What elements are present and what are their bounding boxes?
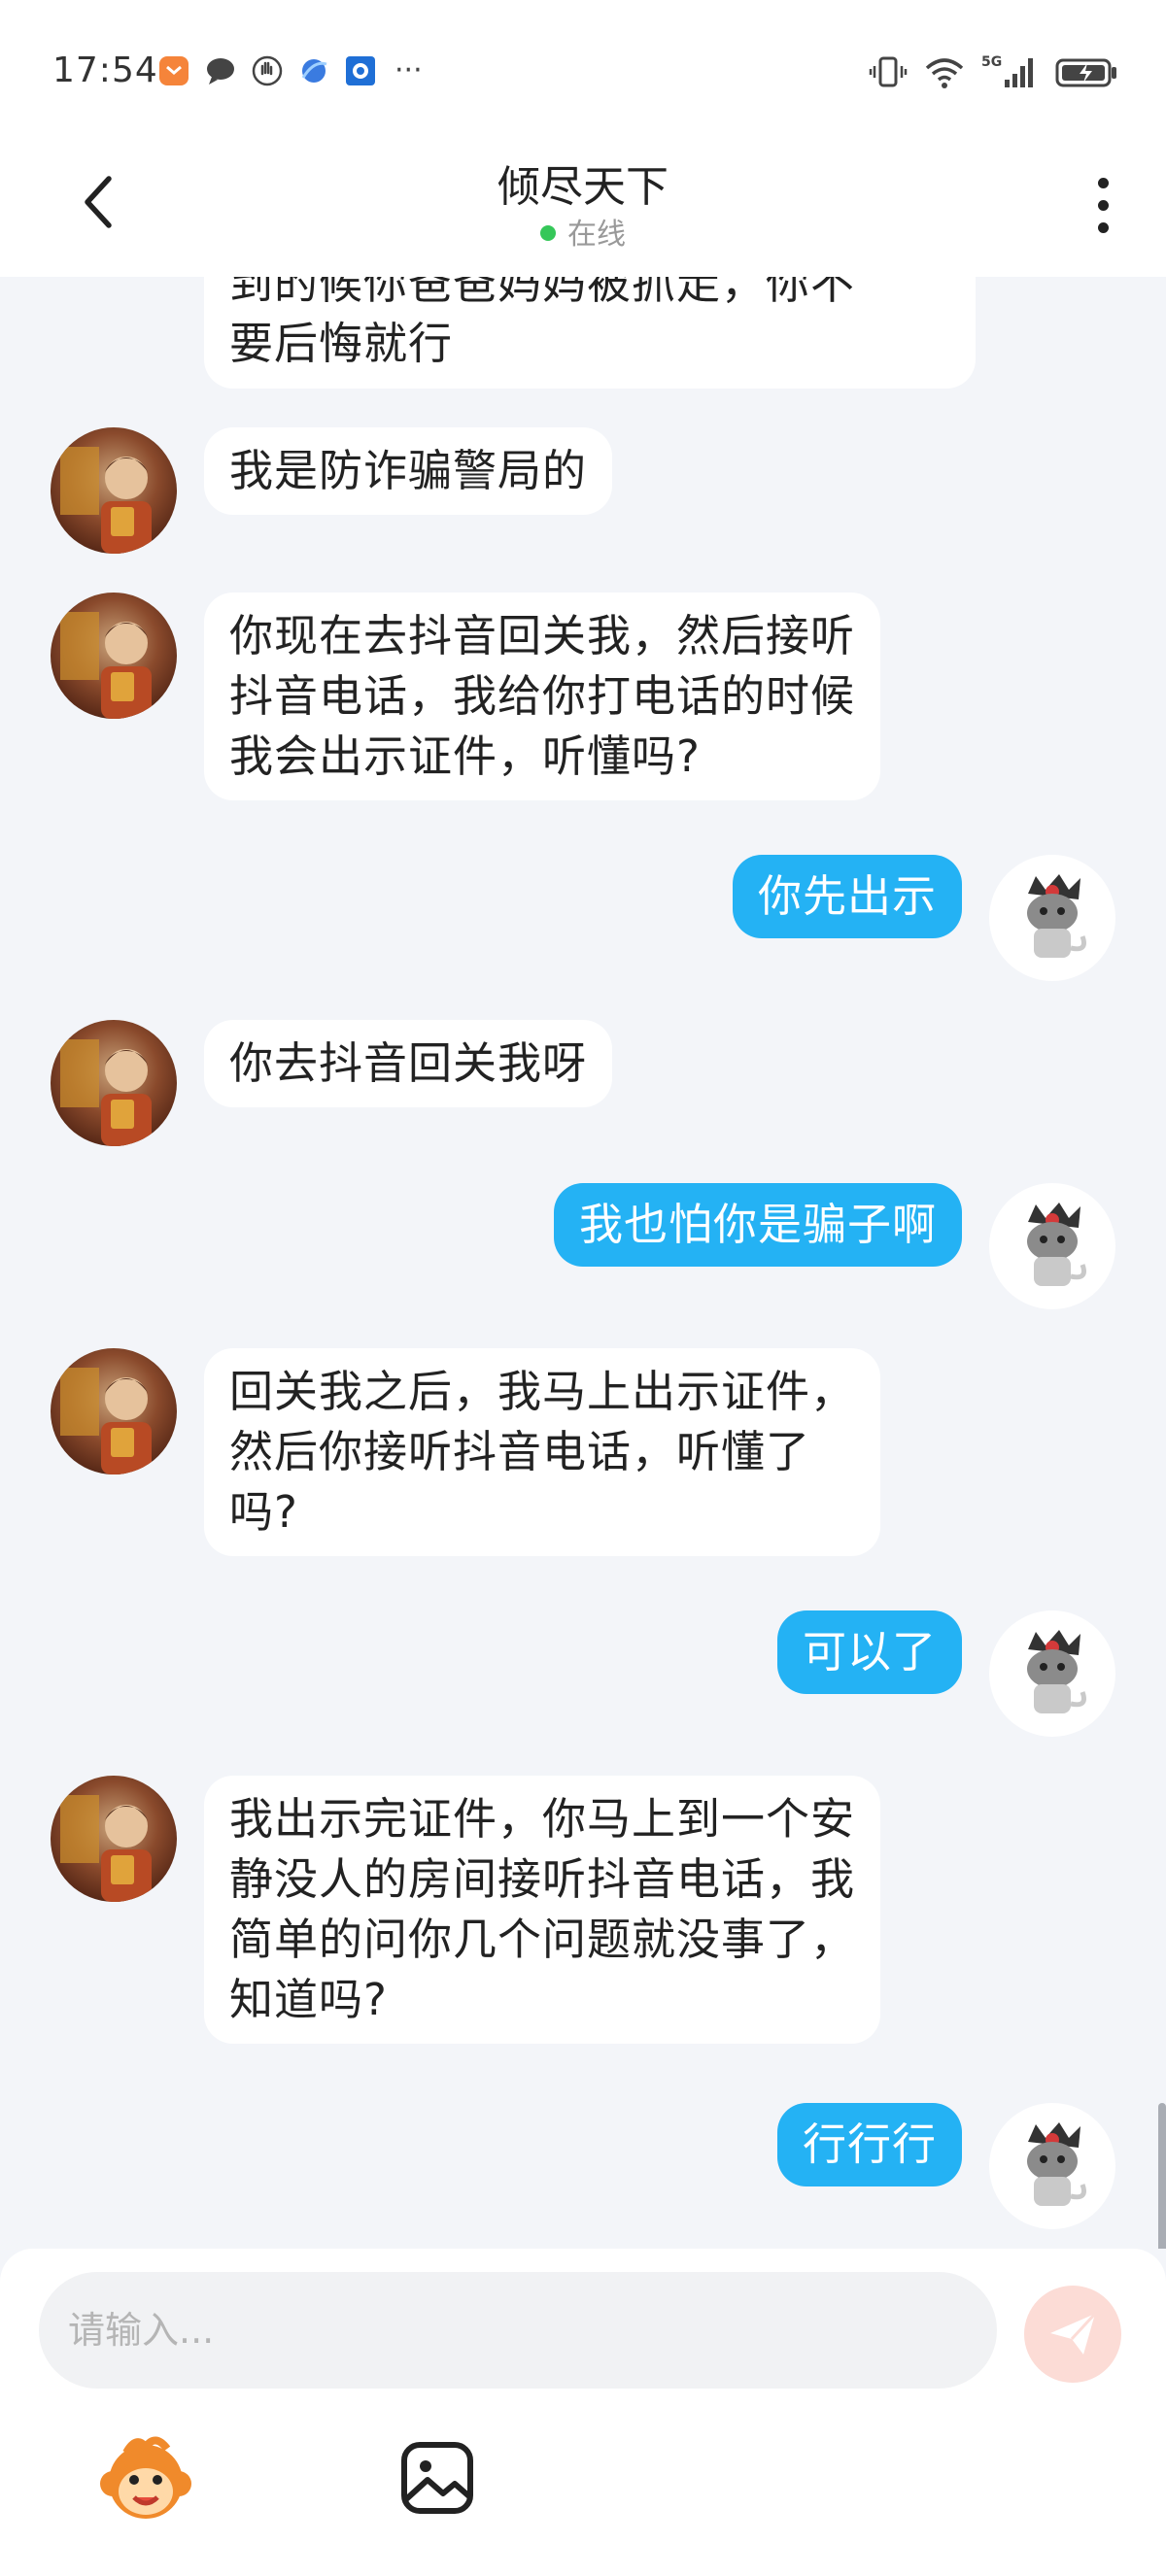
message-input-bar [0,2249,1166,2576]
message-line: 你先出示 [757,870,937,922]
message-line: 我出示完证件，你马上到一个安 [229,1793,856,1845]
police-app-notification-icon [346,56,375,85]
browser-notification-icon [301,59,327,83]
message-line: 可以了 [802,1626,937,1678]
message-line: 我是防诈骗警局的 [229,445,588,496]
outgoing-message-bubble[interactable]: 行行行 [776,2103,962,2186]
more-vertical-icon-dot [1097,177,1109,188]
online-dot-icon [540,224,556,241]
chat-scrollbar[interactable] [1158,2103,1166,2249]
user-avatar[interactable] [989,1183,1115,1309]
image-picker-button[interactable] [398,2439,476,2517]
message-line: 到的候你爸爸妈妈被抓走，你不 [229,277,856,309]
contact-avatar-illustration [60,612,152,719]
more-vertical-icon-dot [1097,221,1109,233]
more-vertical-icon-dot [1097,199,1109,211]
contact-avatar[interactable] [51,1776,177,1902]
outgoing-message-bubble[interactable]: 我也怕你是骗子啊 [553,1183,962,1267]
message-input[interactable] [39,2272,997,2389]
message-line: 行行行 [802,2118,937,2170]
message-line: 吗? [229,1486,298,1538]
online-status-label: 在线 [567,218,626,252]
message-line: 简单的问你几个问题就没事了， [229,1914,856,1965]
user-avatar-illustration [1027,2122,1086,2206]
incoming-message-bubble[interactable]: 回关我之后，我马上出示证件， 然后你接听抖音电话，听懂了 吗? [204,1348,881,1556]
message-line: 我会出示证件，听懂吗? [229,730,701,782]
contact-avatar[interactable] [51,1348,177,1474]
incoming-message-bubble[interactable]: 你去抖音回关我呀 [204,1020,613,1107]
contact-avatar[interactable] [51,1020,177,1146]
chat-header: 倾尽天下 在线 [0,146,1166,277]
online-status: 在线 [0,210,1166,253]
more-options-button[interactable] [1079,171,1127,239]
monkey-emoji-icon [100,2436,191,2519]
message-line: 回关我之后，我马上出示证件， [229,1366,856,1417]
svg-text:5G: 5G [981,54,1002,70]
message-line: 你去抖音回关我呀 [229,1037,588,1089]
user-avatar[interactable] [989,1610,1115,1737]
outgoing-message-bubble[interactable]: 你先出示 [732,855,962,938]
user-avatar-illustration [1027,1203,1086,1286]
contact-avatar-illustration [60,1368,152,1474]
battery-icon [1055,58,1116,87]
user-avatar[interactable] [989,855,1115,981]
message-line: 我也怕你是骗子啊 [578,1199,937,1250]
system-icons: 5G [869,52,1119,91]
status-bar: 17:54 ··· 5G [0,0,1166,146]
emoji-button[interactable] [97,2433,194,2530]
user-avatar-illustration [1027,874,1086,958]
vibrate-icon [869,56,908,87]
message-line: 你现在去抖音回关我，然后接听 [229,610,856,661]
message-line: 要后悔就行 [229,318,454,369]
contact-avatar[interactable] [51,593,177,719]
hand-notification-icon [252,55,283,86]
contact-avatar-illustration [60,447,152,554]
send-button[interactable] [1024,2286,1121,2383]
app-notification-icon [159,56,189,85]
contact-avatar-illustration [60,1795,152,1902]
incoming-message-bubble[interactable]: 我是防诈骗警局的 [204,427,613,515]
image-icon [401,2442,473,2514]
message-notification-icon [207,58,234,85]
user-avatar-illustration [1027,1630,1086,1713]
message-line: 知道吗? [229,1974,388,2025]
notification-icons: ··· [157,54,423,87]
more-notifications-indicator: ··· [394,53,423,87]
status-time: 17:54 [52,51,158,90]
contact-avatar-illustration [60,1039,152,1146]
contact-name: 倾尽天下 [497,162,669,212]
outgoing-message-bubble[interactable]: 可以了 [776,1610,962,1694]
incoming-message-bubble[interactable]: 到的候你爸爸妈妈被抓走，你不 要后悔就行 [204,277,976,389]
incoming-message-bubble[interactable]: 我出示完证件，你马上到一个安 静没人的房间接听抖音电话，我 简单的问你几个问题就… [204,1776,881,2044]
user-avatar[interactable] [989,2103,1115,2229]
wifi-icon [925,58,964,88]
contact-avatar[interactable] [51,427,177,554]
signal-5g-icon: 5G [981,54,1033,87]
message-line: 然后你接听抖音电话，听懂了 [229,1426,811,1477]
chat-messages[interactable]: 到的候你爸爸妈妈被抓走，你不 要后悔就行 我是防诈骗警局的 你现在去抖音回关我，… [0,277,1166,2249]
message-line: 静没人的房间接听抖音电话，我 [229,1853,856,1905]
paper-plane-icon [1050,2312,1097,2355]
incoming-message-bubble[interactable]: 你现在去抖音回关我，然后接听 抖音电话，我给你打电话的时候 我会出示证件，听懂吗… [204,593,881,800]
message-line: 抖音电话，我给你打电话的时候 [229,670,856,722]
